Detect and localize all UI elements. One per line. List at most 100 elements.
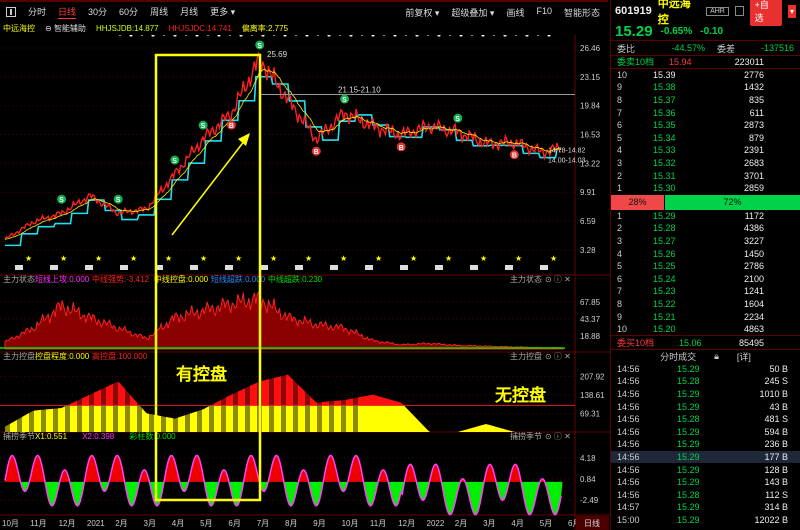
level-volume: 611 [749,107,764,118]
event-dot-icon [162,35,166,36]
trade-row: 14:56 15.29 128 B [611,463,800,476]
signal-letter: B [229,123,234,130]
level: 9 [617,311,623,322]
level-price: 15.37 [653,95,676,106]
star-icon: ★ [270,254,277,263]
level-volume: 2859 [743,183,764,194]
level-volume: 1432 [743,82,764,93]
toolbar-menu-item[interactable]: 画线 [506,6,524,19]
level-price: 15.28 [653,223,676,234]
panel-title-right: 主力控盘 [510,351,542,361]
stock-name: 中远海控 [657,0,691,26]
star-icon: ★ [480,254,487,263]
kline-chart-area[interactable]: 26.4623.1519.8416.5313.229.916.593.2825.… [0,35,610,530]
level-volume: 1450 [743,248,764,259]
smart-assist-toggle[interactable]: ⊖ 智能辅助 [45,23,86,34]
ahr-badge[interactable]: AHR [706,6,729,16]
deviation-value: 偏离率:2.775 [241,24,289,33]
trades-title: 分时成交 [660,351,697,362]
level: 3 [617,236,623,247]
order-book-row: 2 15.28 4386 [611,222,800,235]
event-marker-icon [190,265,198,270]
tab-period[interactable]: 周线 [150,5,168,19]
panel-settings-icon[interactable]: ⊙ ⓘ ✕ [545,432,571,441]
level-price: 15.26 [653,248,676,259]
trade-time: 14:56 [617,414,640,425]
x-tick-label: 8月 [285,519,297,528]
signal-letter: S [59,197,64,204]
level-price: 15.25 [653,261,676,272]
trade-row: 14:56 15.29 594 B [611,425,800,438]
order-ratio: -44.57% [671,43,705,53]
event-marker-icon [400,265,408,270]
level: 1 [617,210,623,221]
signal-letter: S [342,97,347,104]
event-dot-icon [426,35,430,36]
trade-volume: 236 B [764,439,788,450]
event-marker-icon [225,265,233,270]
stripe [101,360,106,432]
order-book-row: 3 15.32 2683 [611,157,800,170]
tab-period[interactable]: 30分 [88,5,107,19]
tab-period[interactable]: 分时 [28,5,46,19]
toolbar-menu-item[interactable]: 智能形态 [564,6,600,19]
event-dot-icon [217,35,221,37]
level-volume: 4386 [743,223,764,234]
event-dot-icon [228,35,232,36]
event-dot-icon [195,35,199,37]
toolbar-menu-item[interactable]: F10 [536,6,552,19]
signal-letter: S [172,158,177,165]
x-tick-label: 12月 [398,519,415,528]
level-volume: 4863 [743,324,764,335]
toolbar-menu-item[interactable]: 前复权 ▾ [405,6,439,19]
star-icon: ★ [410,254,417,263]
level: 7 [617,107,623,118]
stripe [269,360,274,432]
star-icon: ★ [550,254,557,263]
level-price: 15.35 [653,120,676,131]
legend-entry: 高控盘:100.000 [92,351,148,361]
tab-period[interactable]: 60分 [119,5,138,19]
level-volume: 2683 [743,158,764,169]
level: 4 [617,145,623,156]
legend-entry: 短线超跌:0.000 [211,274,266,284]
level-volume: 2234 [743,311,764,322]
y-tick-label: 18.88 [580,332,601,341]
event-marker-icon [505,265,513,270]
trades-detail-link[interactable]: [详] [737,350,751,363]
x-tick-label: 3月 [483,519,495,528]
toolbar-menu-item[interactable]: 超级叠加 ▾ [451,6,494,19]
order-diff: -137516 [760,43,794,53]
signal-letter: S [455,116,460,123]
tab-period[interactable]: 月线 [180,5,198,19]
add-watchlist-button[interactable]: +自选 [749,0,782,26]
level-price: 15.23 [653,286,676,297]
event-marker-icon [365,265,373,270]
tab-period[interactable]: 更多 ▾ [210,5,235,19]
sidebar-toggle-icon[interactable] [6,7,16,17]
stripe [113,360,118,432]
x-tick-label: 5月 [540,519,552,528]
order-book-row: 5 15.34 879 [611,132,800,145]
trade-time: 15:00 [617,514,640,525]
trade-volume: 43 B [769,401,788,412]
stripe [17,360,22,432]
x-tick-label: 4月 [172,519,184,528]
trade-row: 14:56 15.29 1010 B [611,388,800,401]
trade-row: 15:00 15.29 12022 B [611,514,800,527]
trade-time: 14:56 [617,477,640,488]
dropdown-button[interactable]: ▾ [787,4,796,18]
bell-icon[interactable] [734,6,744,16]
signal-letter: B [314,149,319,156]
star-icon: ★ [340,254,347,263]
lock-icon[interactable]: 🔒︎ [714,351,719,362]
level-price: 15.36 [653,107,676,118]
trade-row: 14:56 15.29 177 B [611,450,800,464]
trade-time: 14:56 [617,464,640,475]
tab-period[interactable]: 日线 [58,5,77,19]
bids-summary-price: 15.06 [679,337,702,348]
panel-settings-icon[interactable]: ⊙ ⓘ ✕ [545,275,571,284]
panel-settings-icon[interactable]: ⊙ ⓘ ✕ [545,352,571,361]
trade-volume: 177 B [764,451,788,462]
trade-price: 15.29 [677,464,700,475]
